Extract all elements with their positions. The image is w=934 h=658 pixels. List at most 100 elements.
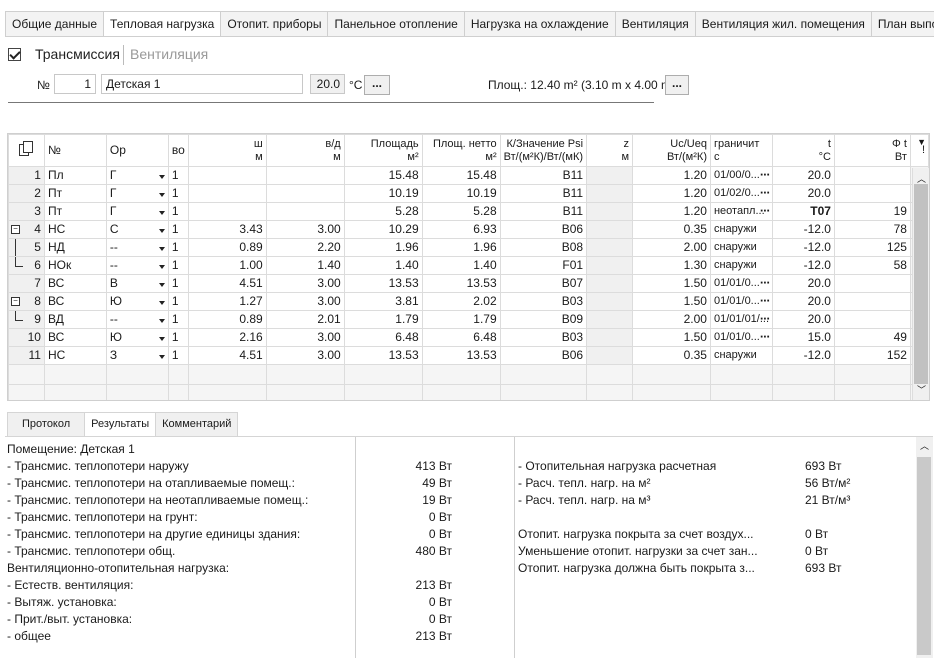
cell-uc[interactable]: 1.50 [632, 328, 711, 347]
area-ellipsis-button[interactable]: ... [665, 75, 689, 95]
cell-net-area[interactable]: 13.53 [421, 274, 501, 293]
cell-area[interactable]: 1.40 [343, 256, 423, 275]
cell-net-area[interactable]: 1.96 [421, 238, 501, 257]
tab-heating-devices[interactable]: Отопит. приборы [220, 11, 329, 36]
empty-cell[interactable] [632, 364, 711, 385]
grid-header-col-3[interactable]: во [167, 134, 189, 167]
cell-type[interactable]: ВС [43, 292, 107, 311]
transmission-checkbox[interactable] [8, 48, 21, 61]
row-index[interactable]: 2 [8, 184, 45, 203]
cell-adjacent[interactable]: 01/01/0... ⋯ [709, 328, 774, 347]
empty-cell[interactable] [499, 384, 588, 400]
empty-cell[interactable] [586, 384, 634, 400]
tab-panel-heating[interactable]: Панельное отопление [327, 11, 465, 36]
row-index[interactable]: 6 [8, 256, 45, 275]
ellipsis-icon[interactable]: ⋯ [760, 204, 770, 220]
cell-heat-flow[interactable]: 125 [833, 238, 911, 257]
empty-cell[interactable] [265, 384, 345, 400]
empty-cell[interactable] [343, 364, 423, 385]
table-row[interactable]: 11 НС З 1 4.51 3.00 13.53 13.53 B06 0.35 снаружи -1… [8, 346, 929, 365]
cell-width[interactable] [187, 202, 267, 221]
cell-area[interactable]: 10.19 [343, 184, 423, 203]
cell-area[interactable]: 15.48 [343, 166, 423, 185]
row-index[interactable]: 10 [8, 328, 45, 347]
grid-header-col-11[interactable]: граничит с [709, 134, 774, 167]
cell-type[interactable]: ВД [43, 310, 107, 329]
grid-header-col-12[interactable]: t °C [772, 134, 835, 167]
cell-uc[interactable]: 2.00 [632, 238, 711, 257]
empty-cell[interactable] [187, 364, 267, 385]
cell-orientation[interactable]: С [105, 220, 169, 239]
cell-heat-flow[interactable]: 152 [833, 346, 911, 365]
cell-orientation[interactable]: З [105, 346, 169, 365]
room-number-field[interactable]: 1 [54, 74, 96, 94]
cell-z[interactable] [586, 256, 634, 275]
results-vertical-scrollbar[interactable]: ︿ [916, 437, 933, 658]
row-index[interactable]: 5 [8, 238, 45, 257]
cell-z[interactable] [586, 238, 634, 257]
ellipsis-icon[interactable]: ⋯ [760, 276, 770, 292]
table-row[interactable]: 6 НОк -- 1 1.00 1.40 1.40 1.40 F01 1.30 снаружи -12… [8, 256, 929, 275]
tab-execution-plan[interactable]: План выполне [870, 11, 934, 36]
empty-cell[interactable] [421, 384, 501, 400]
cell-orientation[interactable]: Ю [105, 328, 169, 347]
cell-uc[interactable]: 2.00 [632, 310, 711, 329]
cell-uc[interactable]: 0.35 [632, 346, 711, 365]
row-index[interactable]: 9 [8, 310, 45, 329]
cell-vo[interactable]: 1 [167, 256, 189, 275]
empty-cell[interactable] [421, 364, 501, 385]
cell-width[interactable]: 3.43 [187, 220, 267, 239]
cell-vo[interactable]: 1 [167, 238, 189, 257]
row-index[interactable]: 7 [8, 274, 45, 293]
cell-heat-flow[interactable]: 58 [833, 256, 911, 275]
cell-area[interactable]: 13.53 [343, 274, 423, 293]
empty-cell[interactable] [105, 364, 169, 385]
cell-temperature[interactable]: 20.0 [772, 166, 835, 185]
cell-height[interactable] [265, 166, 345, 185]
empty-row[interactable] [8, 384, 929, 400]
grid-header-col-8[interactable]: К/Значение Psi Вт/(м²К)/Вт/(мК) [499, 134, 588, 167]
collapse-group-icon[interactable]: − [11, 225, 20, 234]
empty-cell[interactable] [187, 384, 267, 400]
cell-area[interactable]: 5.28 [343, 202, 423, 221]
empty-cell[interactable] [8, 384, 45, 400]
subtab-transmission[interactable]: Трансмиссия [35, 46, 120, 62]
grid-header-col-2[interactable]: Ор [105, 134, 169, 167]
empty-cell[interactable] [43, 384, 107, 400]
cell-k-value[interactable]: B11 [499, 202, 588, 221]
cell-width[interactable]: 4.51 [187, 346, 267, 365]
grid-header-col-1[interactable]: № [43, 134, 107, 167]
cell-temperature[interactable]: -12.0 [772, 256, 835, 275]
cell-k-value[interactable]: B03 [499, 328, 588, 347]
cell-adjacent[interactable]: снаружи [709, 256, 774, 275]
cell-orientation[interactable]: Г [105, 184, 169, 203]
cell-area[interactable]: 1.79 [343, 310, 423, 329]
cell-temperature[interactable]: -12.0 [772, 238, 835, 257]
cell-net-area[interactable]: 6.48 [421, 328, 501, 347]
cell-heat-flow[interactable] [833, 292, 911, 311]
cell-vo[interactable]: 1 [167, 202, 189, 221]
row-index[interactable]: 1 [8, 166, 45, 185]
cell-z[interactable] [586, 202, 634, 221]
cell-z[interactable] [586, 166, 634, 185]
cell-net-area[interactable]: 5.28 [421, 202, 501, 221]
row-index[interactable]: −4 [8, 220, 45, 239]
empty-cell[interactable] [8, 364, 45, 385]
dropdown-arrow-icon[interactable] [158, 175, 165, 179]
cell-vo[interactable]: 1 [167, 292, 189, 311]
cell-height[interactable]: 3.00 [265, 220, 345, 239]
ellipsis-icon[interactable]: ⋯ [760, 186, 770, 202]
dropdown-arrow-icon[interactable] [158, 247, 165, 251]
table-row[interactable]: −8 ВС Ю 1 1.27 3.00 3.81 2.02 B03 1.50 01/01/0... ⋯… [8, 292, 929, 311]
column-chooser-icon[interactable]: ▼ [917, 137, 926, 147]
cell-vo[interactable]: 1 [167, 166, 189, 185]
table-row[interactable]: 1 Пл Г 1 15.48 15.48 B11 1.20 01/00/0... ⋯ 20.0 [8, 166, 929, 185]
results-scroll-thumb[interactable] [917, 457, 931, 655]
dropdown-arrow-icon[interactable] [158, 319, 165, 323]
cell-orientation[interactable]: Г [105, 202, 169, 221]
cell-net-area[interactable]: 6.93 [421, 220, 501, 239]
cell-z[interactable] [586, 184, 634, 203]
cell-uc[interactable]: 1.20 [632, 184, 711, 203]
cell-type[interactable]: ВС [43, 274, 107, 293]
cell-heat-flow[interactable]: 78 [833, 220, 911, 239]
